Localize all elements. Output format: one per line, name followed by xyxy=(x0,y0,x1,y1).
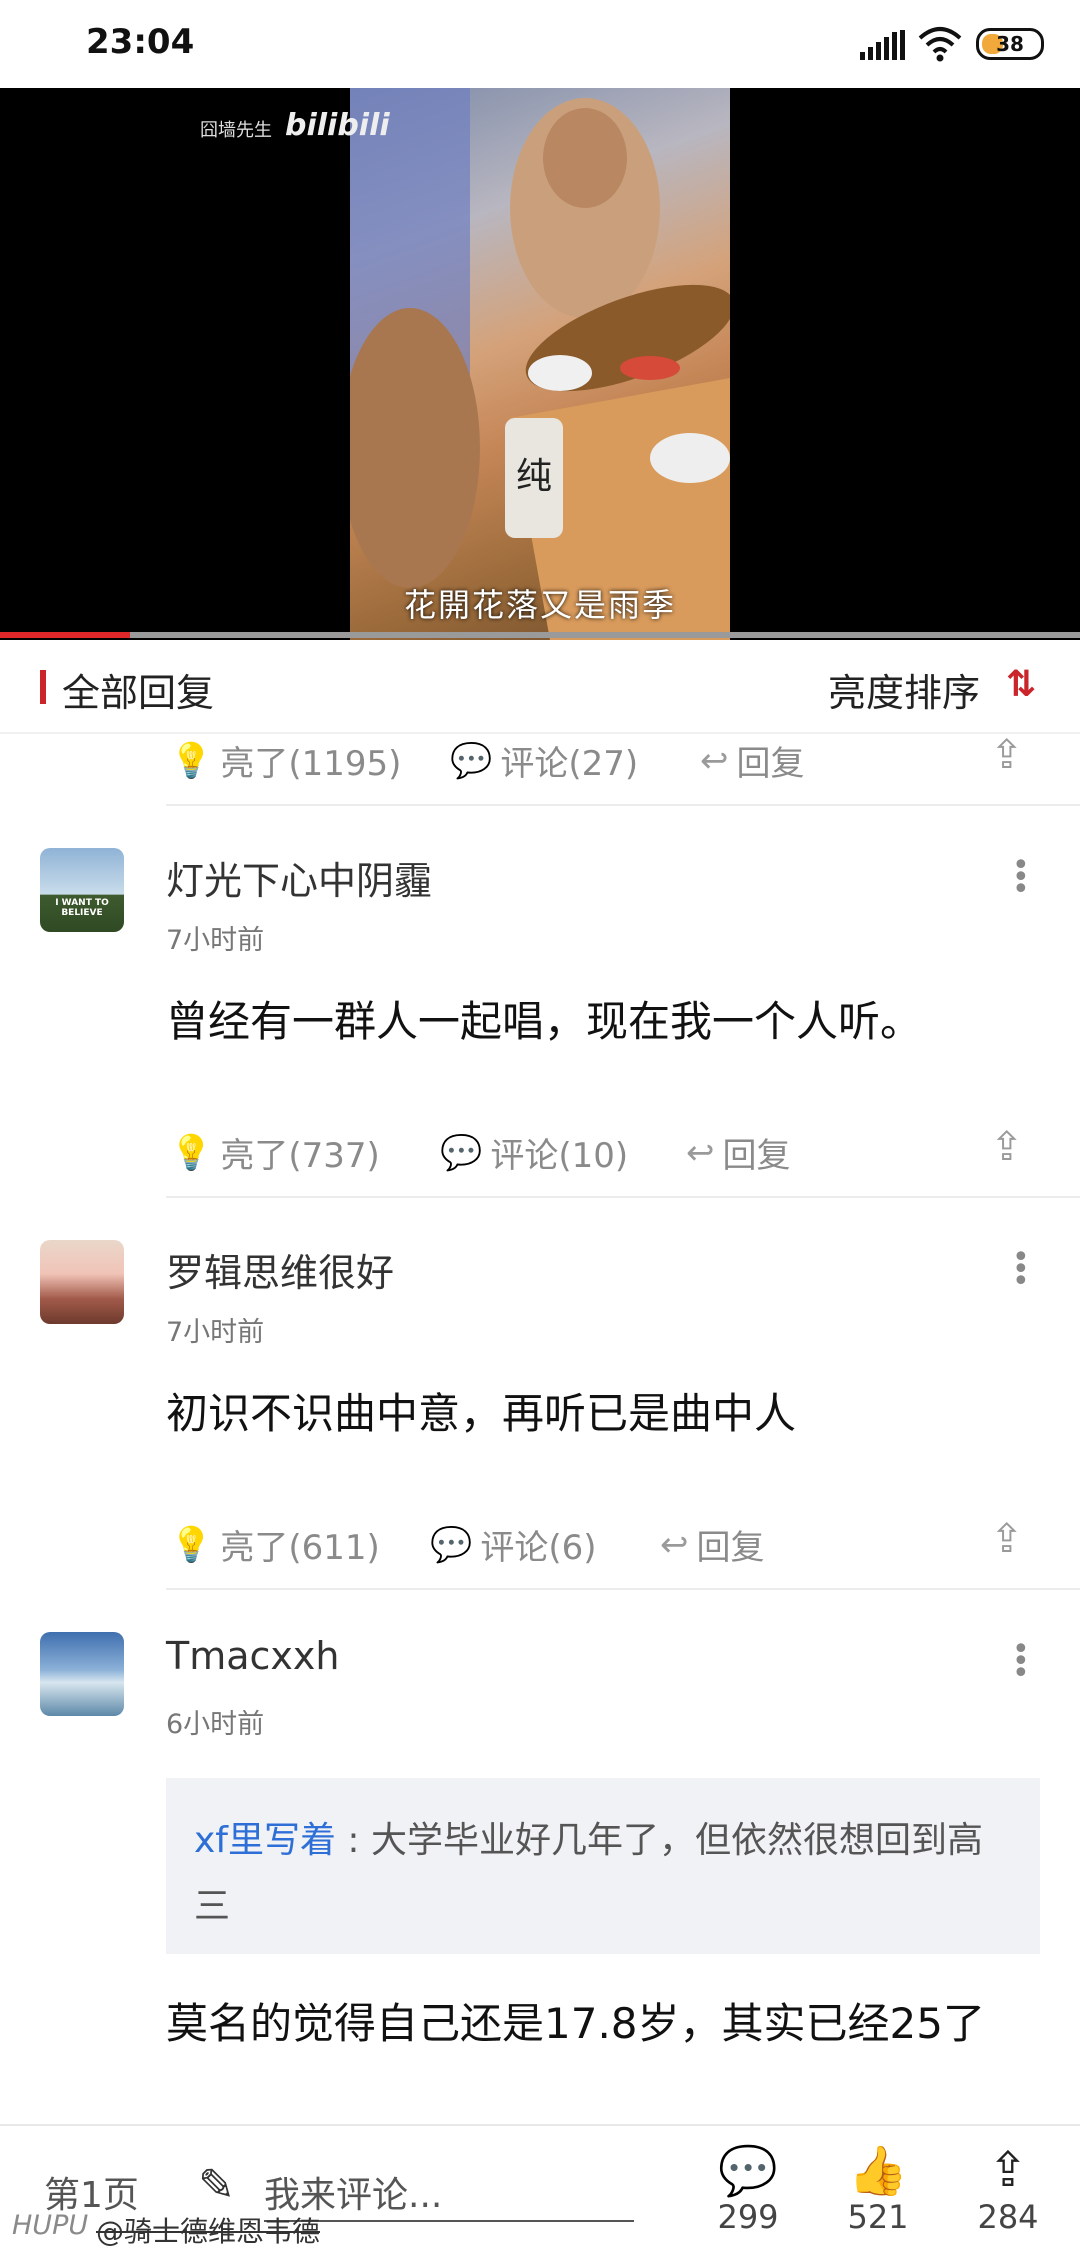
video-frame: 纯 xyxy=(350,88,730,640)
like-label: 亮了(1195) xyxy=(220,744,402,784)
comment-label: 评论(27) xyxy=(500,744,639,784)
bilibili-logo: bilibili xyxy=(285,108,390,143)
comment-button[interactable]: 💬 评论(6) xyxy=(430,1520,597,1569)
replies-title: 全部回复 xyxy=(62,671,215,715)
comment-username[interactable]: Tmacxxh xyxy=(166,1634,339,1678)
like-label: 亮了(611) xyxy=(220,1528,380,1568)
like-button[interactable]: 💡 亮了(737) xyxy=(170,1128,380,1177)
divider xyxy=(166,1588,1080,1590)
video-subtitle: 花開花落又是雨季 xyxy=(403,586,676,624)
video-player[interactable]: 纯 囧墙先生 bilibili 花開花落又是雨季 xyxy=(0,88,1080,640)
more-options-icon[interactable]: • • • xyxy=(1012,1243,1030,1297)
comment-label: 评论(10) xyxy=(490,1136,629,1176)
video-progress-fill xyxy=(0,632,130,638)
reply-button[interactable]: ↩ 回复 xyxy=(686,1128,791,1177)
comment-label: 评论(6) xyxy=(480,1528,597,1568)
sort-button[interactable]: 亮度排序 xyxy=(828,662,980,717)
comment-body: 初识不识曲中意，再听已是曲中人 xyxy=(166,1389,797,1438)
reply-arrow-icon: ↩ xyxy=(700,740,729,781)
signal-icon xyxy=(860,30,905,60)
comment-username[interactable]: 灯光下心中阴霾 xyxy=(166,850,432,905)
video-progress-track[interactable] xyxy=(0,632,1080,638)
author-watermark: @骑士德维恩韦德 xyxy=(96,2215,321,2248)
comment-time: 7小时前 xyxy=(166,1317,265,1348)
divider xyxy=(166,1196,1080,1198)
comment-time: 7小时前 xyxy=(166,925,265,956)
video-scene: 纯 xyxy=(350,88,730,640)
reply-label: 回复 xyxy=(696,1528,765,1568)
more-options-icon[interactable]: • • • xyxy=(1012,1635,1030,1689)
thumbs-up-icon[interactable]: 👍 xyxy=(838,2142,918,2199)
battery-icon: 38 xyxy=(976,28,1044,60)
comment-button[interactable]: 💬 评论(27) xyxy=(450,736,638,785)
lightbulb-icon: 💡 xyxy=(170,740,213,781)
comment-time: 6小时前 xyxy=(166,1709,265,1740)
avatar[interactable] xyxy=(40,1632,124,1716)
quote-separator: : xyxy=(335,1820,371,1861)
share-icon[interactable]: ⇪ xyxy=(990,1124,1024,1170)
like-label: 亮了(737) xyxy=(220,1136,380,1176)
svg-text:纯: 纯 xyxy=(516,456,552,497)
like-button[interactable]: 💡 亮了(611) xyxy=(170,1520,380,1569)
reply-button[interactable]: ↩ 回复 xyxy=(660,1520,765,1569)
quote-username[interactable]: xf里写着 xyxy=(194,1820,336,1861)
reply-label: 回复 xyxy=(736,744,805,784)
comment-bubble-icon: 💬 xyxy=(440,1132,483,1173)
comment-body: 莫名的觉得自己还是17.8岁，其实已经25了 xyxy=(166,1999,985,2048)
avatar-caption: I WANT TO BELIEVE xyxy=(55,898,109,918)
divider xyxy=(166,804,1080,806)
pencil-icon[interactable]: ✎ xyxy=(198,2160,235,2211)
reply-arrow-icon: ↩ xyxy=(660,1524,689,1565)
comment-bubble-icon: 💬 xyxy=(430,1524,473,1565)
likes-count: 521 xyxy=(847,2198,909,2236)
share-icon[interactable]: ⇪ xyxy=(990,732,1024,778)
avatar[interactable]: I WANT TO BELIEVE xyxy=(40,848,124,932)
lightbulb-icon: 💡 xyxy=(170,1524,213,1565)
sort-arrows-icon[interactable]: ⇅ xyxy=(1006,664,1036,705)
comment-button[interactable]: 💬 评论(10) xyxy=(440,1128,628,1177)
reply-arrow-icon: ↩ xyxy=(686,1132,715,1173)
comment-body: 曾经有一群人一起唱，现在我一个人听。 xyxy=(166,997,923,1046)
comments-icon[interactable]: 💬 xyxy=(708,2142,788,2199)
video-watermark-text: 囧墙先生 xyxy=(200,120,272,141)
quoted-reply[interactable]: xf里写着 : 大学毕业好几年了，但依然很想回到高三 xyxy=(166,1778,1040,1954)
battery-level: 38 xyxy=(996,32,1024,56)
hupu-watermark: HUPU xyxy=(12,2210,89,2241)
header-divider xyxy=(0,732,1080,734)
like-button[interactable]: 💡 亮了(1195) xyxy=(170,736,401,785)
wifi-icon xyxy=(918,27,962,62)
share-icon[interactable]: ⇪ xyxy=(968,2142,1048,2198)
avatar[interactable] xyxy=(40,1240,124,1324)
header-accent-bar xyxy=(40,670,46,704)
comment-username[interactable]: 罗辑思维很好 xyxy=(166,1242,394,1297)
reply-button[interactable]: ↩ 回复 xyxy=(700,736,805,785)
shares-count: 284 xyxy=(977,2198,1039,2236)
quote-text: xf里写着 : 大学毕业好几年了，但依然很想回到高三 xyxy=(194,1808,1014,1940)
share-icon[interactable]: ⇪ xyxy=(990,1516,1024,1562)
lightbulb-icon: 💡 xyxy=(170,1132,213,1173)
reply-label: 回复 xyxy=(722,1136,791,1176)
comment-bubble-icon: 💬 xyxy=(450,740,493,781)
status-time: 23:04 xyxy=(86,22,195,62)
comments-count: 299 xyxy=(717,2198,779,2236)
more-options-icon[interactable]: • • • xyxy=(1012,851,1030,905)
